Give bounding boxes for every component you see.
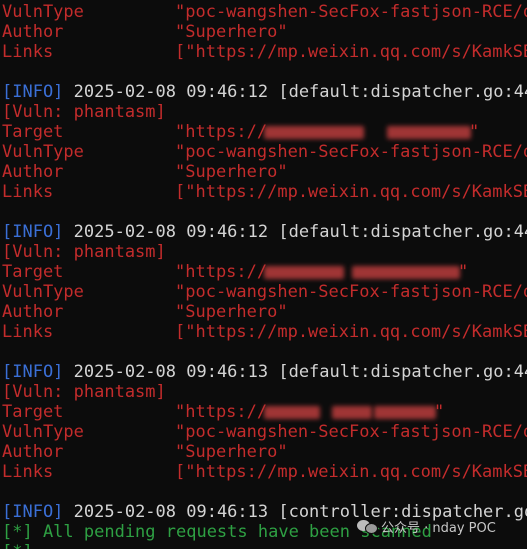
field-line: Author "Superhero" bbox=[2, 442, 288, 462]
redacted-url bbox=[332, 406, 372, 419]
field-value: ["https://mp.weixin.qq.com/s/KamkSBE bbox=[175, 182, 527, 202]
field-value: "https:// bbox=[175, 122, 268, 142]
target-line: Target "https:// " bbox=[2, 402, 444, 422]
field-label: VulnType bbox=[2, 422, 84, 442]
target-line: Target "https:// " bbox=[2, 122, 479, 142]
field-label: VulnType bbox=[2, 2, 84, 22]
watermark: 公众号 · nday POC bbox=[357, 515, 496, 537]
closing-quote: " bbox=[458, 262, 469, 282]
field-label: Author bbox=[2, 162, 64, 182]
info-tag: [INFO] bbox=[2, 82, 64, 102]
info-line: [INFO] 2025-02-08 09:46:12 [default:disp… bbox=[2, 82, 527, 102]
vuln-line: [Vuln: phantasm] bbox=[2, 102, 166, 122]
field-line: Links ["https://mp.weixin.qq.com/s/KamkSB… bbox=[2, 182, 527, 202]
field-label: VulnType bbox=[2, 142, 84, 162]
field-label: VulnType bbox=[2, 282, 84, 302]
field-label: Target bbox=[2, 402, 64, 422]
field-label: Links bbox=[2, 462, 54, 482]
field-line: VulnType "poc-wangshen-SecFox-fastjson-RC… bbox=[2, 142, 527, 162]
field-label: Author bbox=[2, 302, 64, 322]
info-line: [INFO] 2025-02-08 09:46:13 [default:disp… bbox=[2, 362, 527, 382]
field-label: Links bbox=[2, 42, 54, 62]
field-line: Author "Superhero" bbox=[2, 162, 288, 182]
info-tag: [INFO] bbox=[2, 362, 64, 382]
field-label: Links bbox=[2, 322, 54, 342]
field-line: Author "Superhero" bbox=[2, 22, 288, 42]
field-value: "https:// bbox=[175, 262, 268, 282]
field-value: "poc-wangshen-SecFox-fastjson-RCE/de bbox=[175, 282, 527, 302]
info-tag: [INFO] bbox=[2, 502, 64, 522]
field-line: VulnType "poc-wangshen-SecFox-fastjson-RC… bbox=[2, 282, 527, 302]
vuln-line: [Vuln: phantasm] bbox=[2, 382, 166, 402]
closing-quote: " bbox=[469, 122, 480, 142]
field-line: Links ["https://mp.weixin.qq.com/s/KamkSB… bbox=[2, 42, 527, 62]
vuln-name: [Vuln: phantasm] bbox=[2, 242, 166, 262]
field-label: Target bbox=[2, 122, 64, 142]
field-value: ["https://mp.weixin.qq.com/s/KamkSBE bbox=[175, 462, 527, 482]
vuln-name: [Vuln: phantasm] bbox=[2, 102, 166, 122]
field-value: "https:// bbox=[175, 402, 268, 422]
info-line: [INFO] 2025-02-08 09:46:12 [default:disp… bbox=[2, 222, 527, 242]
info-text: 2025-02-08 09:46:13 [default:dispatcher.… bbox=[63, 362, 527, 382]
field-line: VulnType "poc-wangshen-SecFox-fastjson-RC… bbox=[2, 2, 527, 22]
redacted-url bbox=[264, 126, 364, 139]
field-line: Links ["https://mp.weixin.qq.com/s/KamkSB… bbox=[2, 462, 527, 482]
info-tag: [INFO] bbox=[2, 222, 64, 242]
redacted-url bbox=[374, 406, 436, 419]
redacted-url bbox=[387, 126, 471, 139]
watermark-text: 公众号 · nday POC bbox=[381, 520, 496, 536]
field-label: Target bbox=[2, 262, 64, 282]
field-line: Author "Superhero" bbox=[2, 302, 288, 322]
field-value: "Superhero" bbox=[175, 302, 288, 322]
terminal-window[interactable]: VulnType "poc-wangshen-SecFox-fastjson-RC… bbox=[0, 0, 527, 549]
vuln-line: [Vuln: phantasm] bbox=[2, 242, 166, 262]
field-value: "poc-wangshen-SecFox-fastjson-RCE/de bbox=[175, 2, 527, 22]
partial-line: [*] ... bbox=[2, 542, 74, 549]
status-text: [*] ... bbox=[2, 542, 74, 549]
field-value: ["https://mp.weixin.qq.com/s/KamkSBE bbox=[175, 42, 527, 62]
field-value: "poc-wangshen-SecFox-fastjson-RCE/de bbox=[175, 422, 527, 442]
redacted-url bbox=[264, 406, 320, 419]
info-text: 2025-02-08 09:46:12 [default:dispatcher.… bbox=[63, 82, 527, 102]
field-label: Author bbox=[2, 442, 64, 462]
field-label: Author bbox=[2, 22, 64, 42]
field-value: "Superhero" bbox=[175, 442, 288, 462]
redacted-url bbox=[264, 266, 344, 279]
closing-quote: " bbox=[434, 402, 445, 422]
field-value: ["https://mp.weixin.qq.com/s/KamkSBE bbox=[175, 322, 527, 342]
field-value: "Superhero" bbox=[175, 162, 288, 182]
field-value: "Superhero" bbox=[175, 22, 288, 42]
redacted-url bbox=[352, 266, 460, 279]
field-value: "poc-wangshen-SecFox-fastjson-RCE/de bbox=[175, 142, 527, 162]
field-line: VulnType "poc-wangshen-SecFox-fastjson-RC… bbox=[2, 422, 527, 442]
field-line: Links ["https://mp.weixin.qq.com/s/KamkSB… bbox=[2, 322, 527, 342]
info-text: 2025-02-08 09:46:12 [default:dispatcher.… bbox=[63, 222, 527, 242]
wechat-icon bbox=[357, 518, 378, 534]
field-label: Links bbox=[2, 182, 54, 202]
target-line: Target "https:// " bbox=[2, 262, 468, 282]
vuln-name: [Vuln: phantasm] bbox=[2, 382, 166, 402]
